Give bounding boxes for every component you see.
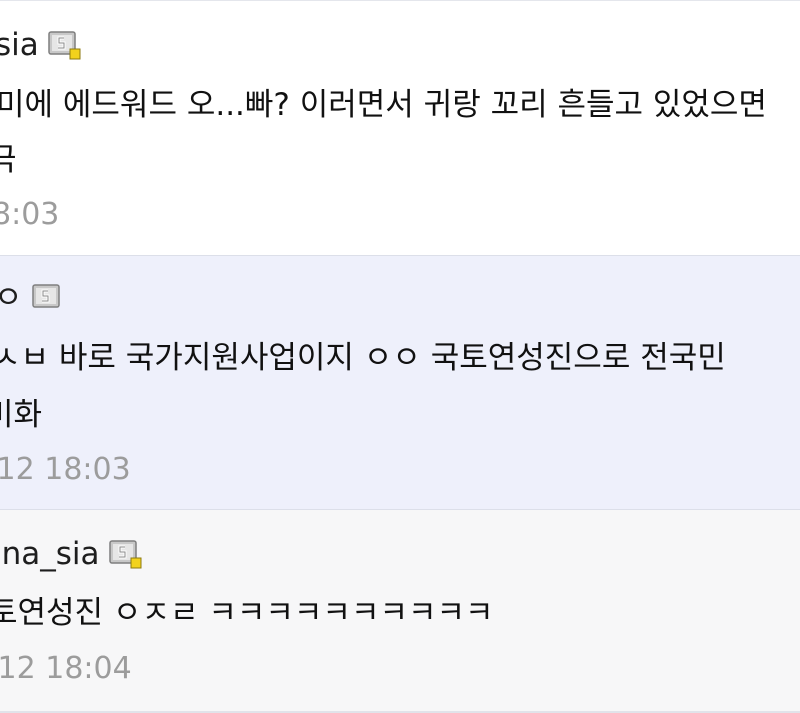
fixed-nick-icon [31, 283, 66, 314]
comment-text-line: 토연성진 ㅇㅈㄹ ㅋㅋㅋㅋㅋㅋㅋㅋㅋㅋ [0, 595, 494, 631]
comment-timestamp: 8:03 [0, 197, 60, 232]
comment-text-line: ㅅㅂ 바로 국가지원사업이지 ㅇㅇ 국토연성진으로 전국민 [0, 340, 726, 376]
comment-item: sia 미에 에드워드 오...빠? 이러면서 귀랑 꼬리 흔들고 있었으면 극… [0, 0, 800, 256]
comment-timestamp: .12 18:03 [0, 452, 131, 487]
comment-text-line: 미화 [0, 397, 43, 433]
comment-author[interactable]: ㅇ [0, 283, 66, 314]
comment-author[interactable]: sia [0, 30, 82, 61]
author-nickname[interactable]: ㅇ [0, 283, 23, 314]
comment-text-line: 미에 에드워드 오...빠? 이러면서 귀랑 꼬리 흔들고 있었으면 [0, 87, 767, 123]
comment-text-line: 극 [0, 145, 17, 176]
comment-author[interactable]: ina_sia [0, 539, 143, 570]
fixed-nick-icon [48, 30, 82, 61]
author-nickname[interactable]: sia [0, 30, 39, 61]
fixed-nick-icon [108, 539, 143, 570]
comment-item: ina_sia 토연성진 ㅇㅈㄹ ㅋㅋㅋㅋㅋㅋㅋㅋㅋㅋ .12 18:04 [0, 509, 800, 712]
comment-item: ㅇ ㅅㅂ 바로 국가지원사업이지 ㅇㅇ 국토연성진으로 전국민 미화 .12 1… [0, 255, 800, 510]
author-nickname[interactable]: ina_sia [0, 539, 100, 570]
comment-timestamp: .12 18:04 [0, 651, 132, 686]
